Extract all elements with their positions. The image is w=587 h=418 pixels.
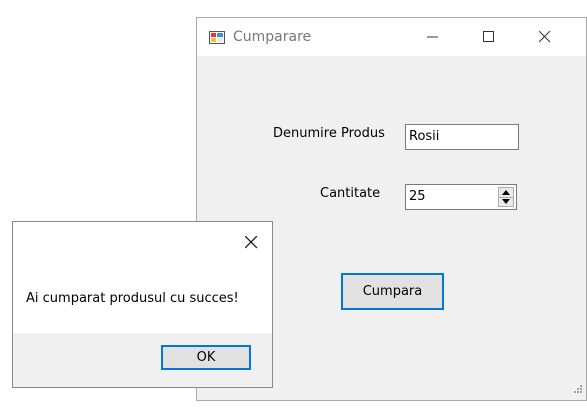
quantity-value[interactable]: 25 [409, 189, 426, 204]
resize-grip-icon[interactable] [573, 383, 583, 397]
spin-buttons [498, 187, 514, 207]
maximize-button[interactable] [466, 18, 512, 56]
buy-button[interactable]: Cumpara [341, 273, 444, 310]
ok-button[interactable]: OK [161, 345, 251, 370]
title-bar[interactable]: Cumparare [197, 18, 586, 56]
minimize-button[interactable] [410, 18, 456, 56]
message-footer: OK [13, 333, 272, 387]
spin-down-icon [502, 199, 510, 204]
close-button[interactable] [522, 18, 568, 56]
message-close-button[interactable] [244, 235, 258, 252]
close-icon [539, 31, 551, 43]
message-text: Ai cumparat produsul cu succes! [26, 291, 239, 306]
product-name-label: Denumire Produs [273, 126, 385, 141]
spin-down-button[interactable] [499, 197, 513, 206]
close-icon [244, 235, 258, 249]
product-name-input[interactable]: Rosii [405, 124, 519, 150]
window-title: Cumparare [233, 29, 312, 45]
quantity-stepper[interactable]: 25 [405, 184, 517, 210]
quantity-label: Cantitate [320, 186, 381, 201]
spin-up-icon [502, 190, 510, 195]
app-icon [209, 29, 225, 45]
message-box: Ai cumparat produsul cu succes! OK [12, 221, 273, 388]
maximize-icon [483, 31, 494, 42]
minimize-icon [427, 36, 438, 38]
